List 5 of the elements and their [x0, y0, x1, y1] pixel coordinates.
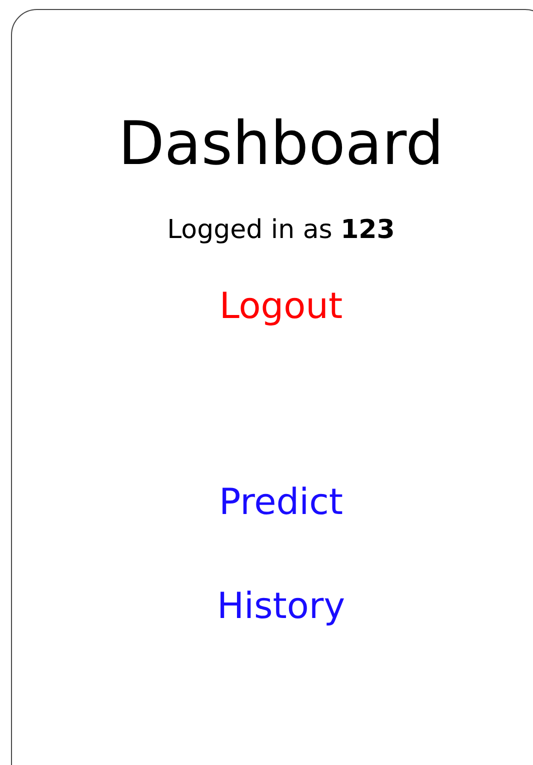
logged-in-text: Logged in as 123: [167, 214, 395, 247]
logout-link[interactable]: Logout: [219, 282, 343, 332]
nav-link[interactable]: History: [216, 582, 346, 632]
dashboard-title: Dashboard: [118, 108, 444, 181]
nav-link[interactable]: Predict: [219, 478, 343, 528]
